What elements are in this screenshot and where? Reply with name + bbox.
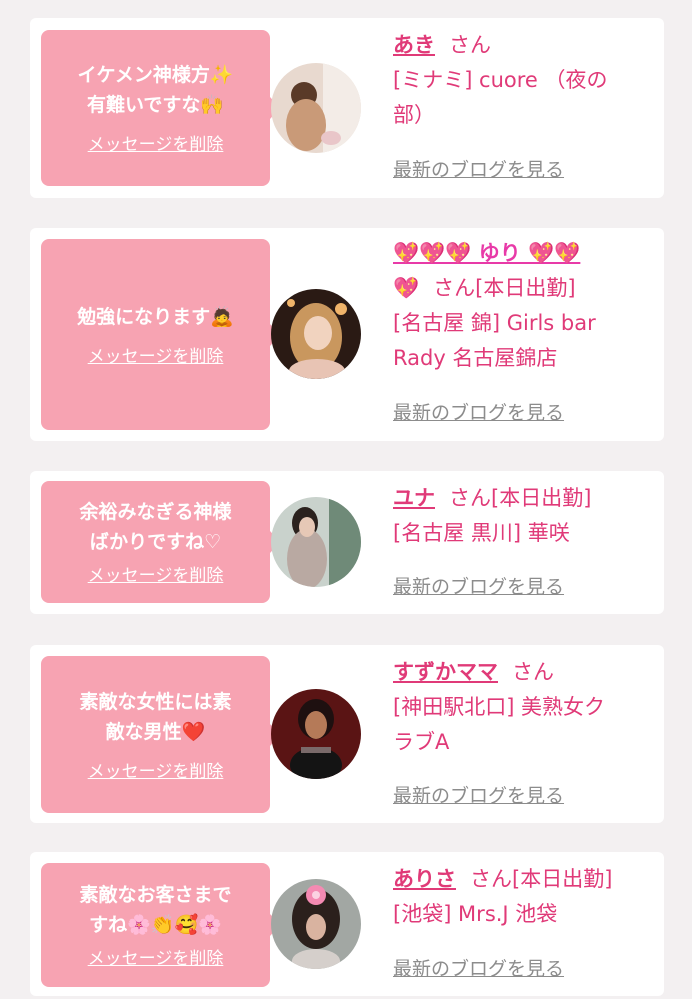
shop-name: [名古屋 錦] Girls bar bbox=[393, 311, 596, 335]
message-line: 敵な男性❤️ bbox=[105, 720, 206, 743]
shop-name: [ミナミ] cuore （夜の bbox=[393, 68, 608, 92]
message-line: イケメン神様方✨ bbox=[77, 64, 234, 86]
avatar-photo bbox=[271, 289, 361, 379]
latest-blog-link[interactable]: 最新のブログを見る bbox=[393, 157, 564, 183]
latest-blog-link[interactable]: 最新のブログを見る bbox=[393, 574, 564, 600]
avatar-photo bbox=[271, 689, 361, 779]
message-bubble: 勉強になります🙇 メッセージを削除 bbox=[41, 239, 280, 430]
name-suffix: さん[本日出勤] bbox=[449, 486, 592, 510]
cast-info: すずかママ さん [神田駅北口] 美熟女ク ラブA bbox=[393, 655, 658, 760]
shop-name: Rady 名古屋錦店 bbox=[393, 346, 558, 370]
message-line: 余裕みなぎる神様 bbox=[79, 501, 232, 523]
delete-message-link[interactable]: メッセージを削除 bbox=[88, 761, 224, 783]
name-suffix: さん[本日出勤] bbox=[433, 276, 576, 300]
avatar[interactable] bbox=[271, 689, 361, 779]
message-line: 素敵なお客さまで bbox=[79, 884, 232, 906]
message-card: 余裕みなぎる神様 ばかりですね♡ メッセージを削除 ユナ さん[本日出勤] [名古… bbox=[30, 471, 664, 614]
shop-name: [名古屋 黒川] 華咲 bbox=[393, 521, 570, 545]
message-bubble: 素敵なお客さまで すね🌸👏🥰🌸 メッセージを削除 bbox=[41, 863, 280, 987]
shop-name: [池袋] Mrs.J 池袋 bbox=[393, 902, 558, 926]
message-card: 勉強になります🙇 メッセージを削除 💖💖💖 ゆり 💖💖 💖 さん[本日出勤] [名… bbox=[30, 228, 664, 441]
latest-blog-link[interactable]: 最新のブログを見る bbox=[393, 400, 564, 426]
message-line: すね🌸👏🥰🌸 bbox=[89, 914, 222, 936]
avatar[interactable] bbox=[271, 63, 361, 153]
cast-name-link[interactable]: 💖💖💖 ゆり 💖💖 bbox=[393, 241, 580, 265]
cast-info: 💖💖💖 ゆり 💖💖 💖 さん[本日出勤] [名古屋 錦] Girls bar Ra… bbox=[393, 236, 658, 376]
avatar-photo bbox=[271, 497, 361, 587]
delete-message-link[interactable]: メッセージを削除 bbox=[88, 948, 224, 970]
cast-name-link[interactable]: ありさ bbox=[393, 867, 456, 891]
message-card: 素敵な女性には素 敵な男性❤️ メッセージを削除 すずかママ さん [神田駅北口]… bbox=[30, 645, 664, 823]
message-line: 勉強になります🙇 bbox=[77, 305, 234, 328]
name-suffix: さん[本日出勤] bbox=[470, 867, 613, 891]
cast-name-link[interactable]: あき bbox=[393, 33, 435, 57]
avatar[interactable] bbox=[271, 497, 361, 587]
shop-name: ラブA bbox=[393, 730, 450, 754]
message-line: 有難いですな🙌 bbox=[86, 94, 225, 116]
message-text: 素敵なお客さまで すね🌸👏🥰🌸 bbox=[79, 880, 231, 940]
message-card: イケメン神様方✨ 有難いですな🙌 メッセージを削除 あき さん [ミナミ] cuo… bbox=[30, 18, 664, 198]
message-text: 余裕みなぎる神様 ばかりですね♡ bbox=[79, 497, 231, 557]
message-text: イケメン神様方✨ 有難いですな🙌 bbox=[77, 60, 233, 120]
cast-name-link[interactable]: すずかママ bbox=[393, 660, 498, 684]
latest-blog-link[interactable]: 最新のブログを見る bbox=[393, 956, 564, 982]
name-suffix: さん bbox=[512, 660, 554, 684]
name-suffix: さん bbox=[449, 33, 491, 57]
avatar[interactable] bbox=[271, 289, 361, 379]
message-text: 素敵な女性には素 敵な男性❤️ bbox=[79, 687, 231, 747]
cast-info: ありさ さん[本日出勤] [池袋] Mrs.J 池袋 bbox=[393, 862, 658, 932]
shop-name: [神田駅北口] 美熟女ク bbox=[393, 695, 606, 719]
cast-info: ユナ さん[本日出勤] [名古屋 黒川] 華咲 bbox=[393, 481, 658, 551]
message-line: 素敵な女性には素 bbox=[79, 690, 232, 713]
message-bubble: 余裕みなぎる神様 ばかりですね♡ メッセージを削除 bbox=[41, 481, 280, 603]
shop-name: 部） bbox=[393, 103, 435, 127]
message-bubble: 素敵な女性には素 敵な男性❤️ メッセージを削除 bbox=[41, 656, 280, 813]
avatar[interactable] bbox=[271, 879, 361, 969]
latest-blog-link[interactable]: 最新のブログを見る bbox=[393, 783, 564, 809]
delete-message-link[interactable]: メッセージを削除 bbox=[88, 565, 224, 587]
message-text: 勉強になります🙇 bbox=[77, 302, 234, 332]
message-line: ばかりですね♡ bbox=[89, 531, 222, 553]
avatar-photo bbox=[271, 63, 361, 153]
cast-info: あき さん [ミナミ] cuore （夜の 部） bbox=[393, 28, 658, 133]
cast-name-cont: 💖 bbox=[393, 276, 420, 300]
delete-message-link[interactable]: メッセージを削除 bbox=[88, 134, 224, 156]
avatar-photo bbox=[271, 879, 361, 969]
delete-message-link[interactable]: メッセージを削除 bbox=[88, 346, 224, 368]
message-card: 素敵なお客さまで すね🌸👏🥰🌸 メッセージを削除 ありさ さん[本日出勤] [池袋… bbox=[30, 852, 664, 996]
message-bubble: イケメン神様方✨ 有難いですな🙌 メッセージを削除 bbox=[41, 30, 280, 186]
cast-name-link[interactable]: ユナ bbox=[393, 486, 435, 510]
